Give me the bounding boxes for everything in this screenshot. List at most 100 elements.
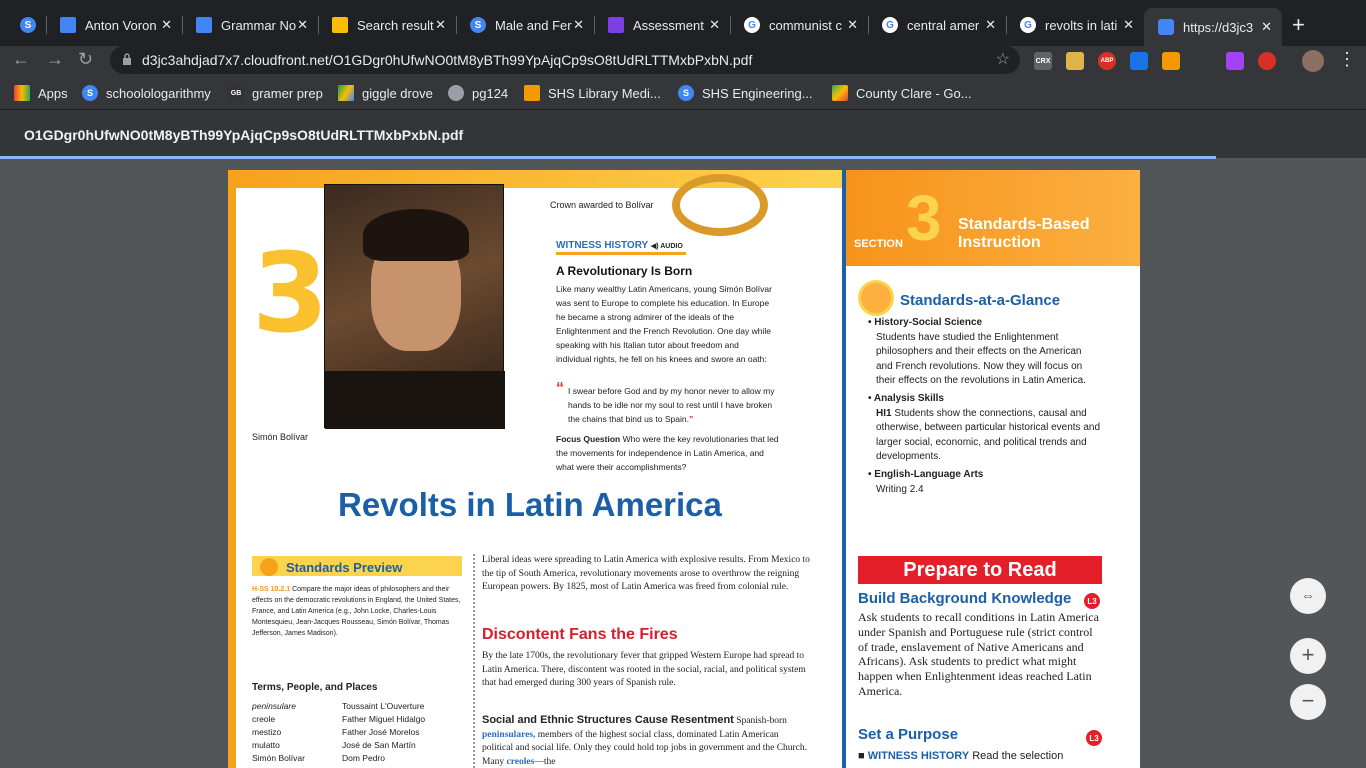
bolivar-portrait [324,184,505,429]
standards-preview-text: H-SS 10.2.1 Compare the major ideas of p… [252,586,461,637]
pdf-toolbar: O1GDgr0hUfwNO0tM8yBTh99YpAjqCp9sO8tUdRLT… [0,110,1366,159]
close-tab-icon[interactable]: ✕ [985,17,996,33]
extension-icon[interactable] [1162,52,1180,70]
bookmark-shs-engineering[interactable]: S SHS Engineering... [678,85,813,101]
bookmark-apps[interactable]: Apps [14,85,68,101]
lock-icon [123,53,131,65]
revolutionary-heading: A Revolutionary Is Born [556,264,693,278]
bookmark-gramer-prep[interactable]: GB gramer prep [228,85,323,101]
close-tab-icon[interactable]: ✕ [1261,19,1272,35]
revolutionary-body: Like many wealthy Latin Americans, young… [556,284,772,364]
section-label: SECTION [257,276,267,313]
url-text: d3jc3ahdjad7x7.cloudfront.net/O1GDgr0hUf… [142,52,753,68]
address-bar[interactable]: d3jc3ahdjad7x7.cloudfront.net/O1GDgr0hUf… [110,46,1020,74]
docs-icon [196,17,212,33]
close-tab-icon[interactable]: ✕ [709,17,720,33]
bolivar-quote: I swear before God and by my honor never… [568,386,775,424]
bookmark-shs-library[interactable]: SHS Library Medi... [524,85,661,101]
portrait-caption: Simón Bolívar [252,432,309,442]
level-badge: L3 [1086,730,1102,746]
tab-4[interactable]: S Male and Fer ✕ [456,8,594,42]
right-section-label: SECTION [854,238,903,250]
back-arrow-icon[interactable]: ← [12,49,30,70]
adblock-extension-icon[interactable]: ABP [1098,52,1116,70]
quote-mark-icon: “ [556,380,564,397]
bookmark-schoolologarithmy[interactable]: Sschoolologarithmy [82,85,211,101]
tab-5[interactable]: Assessment ✕ [594,8,730,42]
pdf-page: 3 SECTION Simón Bolívar Crown awarded to… [228,170,1140,768]
reload-icon[interactable]: ↻ [78,49,93,70]
tab-active-pdf[interactable]: https://d3jc3 ✕ [1144,8,1282,46]
owl-extension-icon[interactable] [1066,52,1084,70]
tab-6[interactable]: G communist c ✕ [730,8,868,42]
crx-extension-icon[interactable]: CRX [1034,52,1052,70]
tab-1[interactable]: Anton Voron ✕ [46,8,182,42]
bookmark-giggle-drove[interactable]: giggle drove [338,85,433,101]
tab-strip: S Anton Voron ✕ Grammar No ✕ Search result… [0,0,1366,46]
tab-8[interactable]: G revolts in lati ✕ [1006,8,1144,42]
social-paragraph: Social and Ethnic Structures Cause Resen… [482,714,808,767]
gb-icon: GB [228,85,244,101]
zoom-in-button[interactable]: + [1290,638,1326,674]
witness-history-label: WITNESS HISTORY ◀) AUDIO [556,240,683,251]
bookmark-star-icon[interactable]: ☆ [996,49,1010,69]
tab-2[interactable]: Grammar No ✕ [182,8,318,42]
google-icon: G [1020,17,1036,33]
google-icon: G [882,17,898,33]
level-badge: L3 [1084,593,1100,609]
maps-icon [832,85,848,101]
close-tab-icon[interactable]: ✕ [1123,17,1134,33]
discontent-body: By the late 1700s, the revolutionary fev… [482,651,806,688]
extension-icon[interactable] [1130,52,1148,70]
extension-icon[interactable] [1226,52,1244,70]
schoology-icon: S [470,17,486,33]
bookmark-county-clare[interactable]: County Clare - Go... [832,85,972,101]
standards-preview-title: Standards Preview [286,560,403,575]
page-title: Revolts in Latin America [338,486,722,523]
california-seal-icon [858,280,894,316]
drive-icon [338,85,354,101]
tab-7[interactable]: G central amer ✕ [868,8,1006,42]
discontent-heading: Discontent Fans the Fires [482,626,678,643]
intro-paragraph: Liberal ideas were spreading to Latin Am… [482,555,810,592]
tab-3[interactable]: Search result ✕ [318,8,456,42]
build-background-text: Ask students to recall conditions in Lat… [858,610,1099,698]
bookmarks-bar: Apps Sschoolologarithmy GB gramer prep gi… [0,76,1366,110]
globe-icon [448,85,464,101]
map-pin-icon [1158,19,1174,35]
load-progress-bar [0,156,1216,159]
close-tab-icon[interactable]: ✕ [573,17,584,33]
close-tab-icon[interactable]: ✕ [847,17,858,33]
close-tab-icon[interactable]: ✕ [161,17,172,33]
schoology-icon: S [20,17,36,33]
standards-preview-icon [260,558,278,576]
schoology-icon: S [82,85,98,101]
focus-question: Focus Question Who were the key revoluti… [556,434,779,472]
zoom-out-button[interactable]: − [1290,684,1326,720]
profile-avatar[interactable] [1302,50,1324,72]
browser-toolbar: ← → ↻ d3jc3ahdjad7x7.cloudfront.net/O1GD… [0,46,1366,76]
forward-arrow-icon[interactable]: → [46,49,64,70]
new-tab-button[interactable]: + [1292,12,1305,38]
fit-page-button[interactable]: ⇔ [1290,578,1326,614]
bookmark-pg124[interactable]: pg124 [448,85,508,101]
crown-image [672,174,768,236]
terms-list: peninsulare Toussaint L'Ouverture creole F… [252,701,426,763]
docs-icon [60,17,76,33]
extension-icon[interactable] [1258,52,1276,70]
witness-history-line: ■ WITNESS HISTORY Read the selection [858,750,1064,762]
crown-caption: Crown awarded to Bolívar [550,200,654,210]
right-section-number: 3 [906,182,942,254]
standards-glance-title: Standards-at-a-Glance [900,292,1061,309]
close-tab-icon[interactable]: ✕ [297,17,308,33]
tab-schoology[interactable]: S [6,8,46,42]
standards-list: • History-Social Science Students have s… [868,317,1101,495]
left-band [228,170,236,768]
close-tab-icon[interactable]: ✕ [435,17,446,33]
build-background-heading: Build Background Knowledge [858,590,1072,607]
library-icon [524,85,540,101]
set-purpose-heading: Set a Purpose [858,726,959,743]
menu-kebab-icon[interactable]: ⋮ [1338,49,1356,70]
prepare-to-read-banner: Prepare to Read [858,556,1102,584]
google-icon: G [744,17,760,33]
